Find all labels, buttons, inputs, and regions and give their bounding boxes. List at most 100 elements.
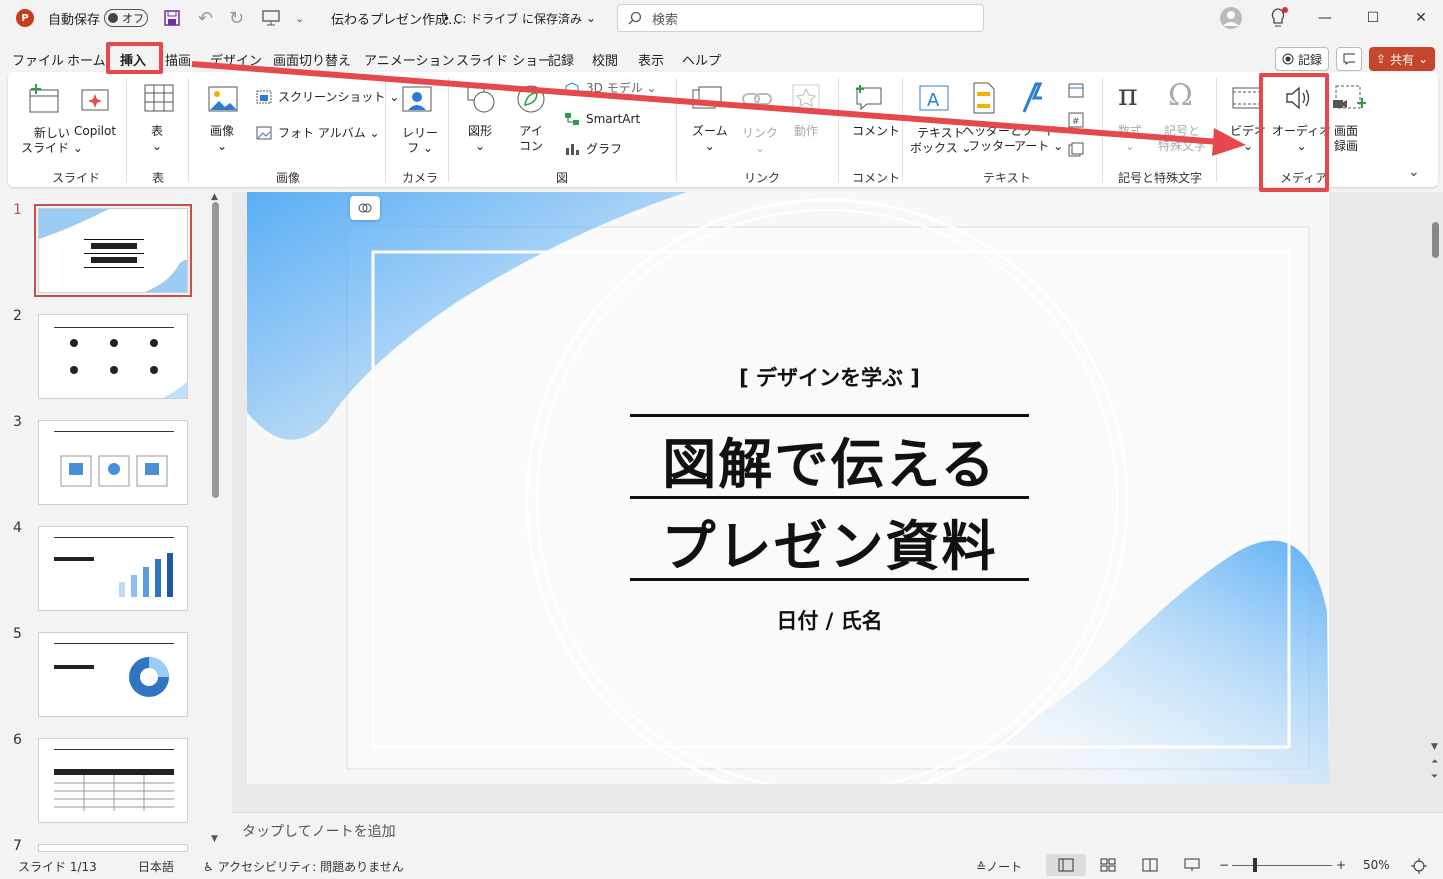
share-button[interactable]: ⇪ 共有 ⌄ (1369, 47, 1436, 71)
autosave-toggle[interactable]: オフ (104, 0, 148, 36)
slide-thumbnail-2[interactable] (38, 314, 188, 399)
chevron-down-icon: ⌄ (216, 139, 228, 153)
slideshow-icon[interactable] (1184, 858, 1200, 875)
picture-icon (208, 86, 238, 112)
save-icon[interactable] (164, 0, 180, 36)
copilot-button[interactable]: Copilot (74, 124, 116, 139)
group-image-label: 画像 (276, 171, 301, 185)
maximize-button[interactable]: ☐ (1350, 0, 1396, 36)
symbol-button[interactable]: 記号と 特殊文字 (1158, 124, 1206, 154)
zoom-level[interactable]: 50% (1363, 858, 1390, 872)
save-location[interactable]: • C: ドライブ に保存済み ⌄ (443, 0, 596, 36)
slide-thumbnail-7[interactable] (38, 844, 188, 852)
slide-editor: [ デザインを学ぶ ] 図解で伝える プレゼン資料 日付 / 氏名 ▼ ⏶ ⏷ (232, 192, 1443, 812)
photo-album-icon (256, 126, 272, 140)
tab-draw[interactable]: 描画 (165, 50, 191, 69)
screenshot-button[interactable]: スクリーンショット ⌄ (278, 90, 399, 105)
chart-button[interactable]: グラフ (586, 142, 622, 157)
divider (1102, 78, 1103, 182)
scroll-down-icon[interactable]: ▼ (211, 834, 218, 844)
slide-thumbnail-1[interactable] (34, 204, 192, 297)
thumbnail-preview (54, 431, 174, 487)
minimize-button[interactable]: — (1302, 0, 1348, 36)
slide-thumbnail-5[interactable] (38, 632, 188, 717)
scroll-down-icon[interactable]: ▼ (1431, 742, 1438, 752)
redo-icon[interactable]: ↻ (229, 0, 244, 36)
tab-design[interactable]: デザイン (210, 50, 262, 69)
slide-canvas[interactable]: [ デザインを学ぶ ] 図解で伝える プレゼン資料 日付 / 氏名 (247, 192, 1329, 784)
zoom-slider-thumb[interactable] (1253, 858, 1257, 872)
comment-button[interactable]: コメント (852, 124, 900, 139)
search-box[interactable]: 検索 (617, 4, 984, 32)
reading-view-icon[interactable] (1142, 858, 1158, 875)
zoom-button[interactable]: ズーム ⌄ (692, 124, 728, 154)
lightbulb-icon[interactable] (1268, 0, 1288, 36)
symbol-icon: Ω (1168, 78, 1193, 113)
smartart-button[interactable]: SmartArt (586, 112, 640, 127)
tab-home[interactable]: ホーム (67, 50, 106, 69)
tab-record[interactable]: 記録 (548, 50, 574, 69)
qat-more-icon[interactable]: ⌄ (295, 0, 304, 36)
scroll-up-icon[interactable]: ▲ (211, 192, 218, 202)
undo-icon[interactable]: ↶ (198, 0, 213, 36)
accessibility-status[interactable]: ♿ アクセシビリティ: 問題ありません (203, 858, 404, 875)
file-name: 伝わるプレゼン作成… (331, 12, 462, 28)
zoom-in-icon[interactable]: + (1336, 858, 1346, 872)
zoom-out-icon[interactable]: − (1219, 858, 1229, 872)
tab-file[interactable]: ファイル (12, 50, 64, 69)
screen-recording-button[interactable]: 画面 録画 (1334, 124, 1358, 154)
tab-help[interactable]: ヘルプ (682, 50, 721, 69)
3d-model-button[interactable]: 3D モデル ⌄ (586, 81, 657, 96)
close-button[interactable]: ✕ (1398, 0, 1443, 36)
header-footer-button[interactable]: ヘッダーと フッター (962, 124, 1022, 154)
present-icon[interactable] (262, 0, 280, 36)
zoom-slider[interactable] (1232, 865, 1332, 866)
notes-pane[interactable]: タップしてノートを追加 (232, 812, 1443, 848)
slide-thumbnail-6[interactable] (38, 738, 188, 823)
shapes-icon (467, 85, 495, 113)
tab-review[interactable]: 校閲 (592, 50, 618, 69)
shapes-button[interactable]: 図形 ⌄ (468, 124, 492, 154)
designer-icon[interactable] (350, 196, 380, 220)
icons-button[interactable]: アイ コン (519, 124, 543, 154)
collapse-ribbon-icon[interactable]: ⌄ (1408, 164, 1420, 180)
action-button[interactable]: 動作 (794, 124, 818, 139)
account-avatar[interactable] (1219, 0, 1243, 36)
tab-transitions[interactable]: 画面切り替え (273, 50, 351, 69)
photo-album-button[interactable]: フォト アルバム ⌄ (278, 126, 380, 141)
tab-slideshow[interactable]: スライド ショー (456, 50, 551, 69)
cameo-button[interactable]: レリー フ ⌄ (402, 126, 438, 156)
table-button[interactable]: 表 ⌄ (151, 124, 163, 154)
normal-view-button[interactable] (1046, 854, 1086, 876)
fit-to-window-icon[interactable] (1411, 858, 1427, 877)
next-slide-icon[interactable]: ⏷ (1431, 772, 1438, 782)
slide-number-icon: # (1068, 112, 1084, 128)
svg-text:A: A (927, 90, 940, 111)
previous-slide-icon[interactable]: ⏶ (1431, 757, 1438, 767)
autosave-state: オフ (122, 12, 144, 25)
slide-title-line2: プレゼン資料 (661, 515, 998, 578)
wordart-button[interactable]: ワード アート ⌄ (1014, 124, 1063, 154)
slide-thumbnail-3[interactable] (38, 420, 188, 505)
search-icon (628, 11, 642, 25)
new-comment-icon (856, 85, 882, 111)
comments-button[interactable] (1336, 47, 1362, 71)
tab-animations[interactable]: アニメーション (364, 50, 454, 69)
video-icon (1232, 87, 1262, 109)
thumbnail-scrollbar[interactable] (212, 202, 219, 498)
record-button[interactable]: 記録 (1275, 47, 1330, 71)
insert-tab-highlight (106, 42, 163, 74)
notes-button[interactable]: ≙ノート (976, 858, 1022, 875)
equation-button[interactable]: 数式 ⌄ (1118, 124, 1142, 154)
link-button[interactable]: リンク ⌄ (742, 126, 778, 156)
language[interactable]: 日本語 (138, 858, 174, 875)
svg-text:#: # (1072, 117, 1080, 127)
slide-sorter-icon[interactable] (1100, 858, 1116, 875)
tab-view[interactable]: 表示 (638, 50, 664, 69)
canvas-scrollbar[interactable] (1432, 222, 1439, 258)
link-icon (742, 93, 772, 105)
slide-thumbnail-4[interactable] (38, 526, 188, 611)
picture-button[interactable]: 画像 ⌄ (210, 124, 234, 154)
screen-recording-icon (1333, 85, 1366, 109)
slide-number: 2 (13, 308, 22, 324)
